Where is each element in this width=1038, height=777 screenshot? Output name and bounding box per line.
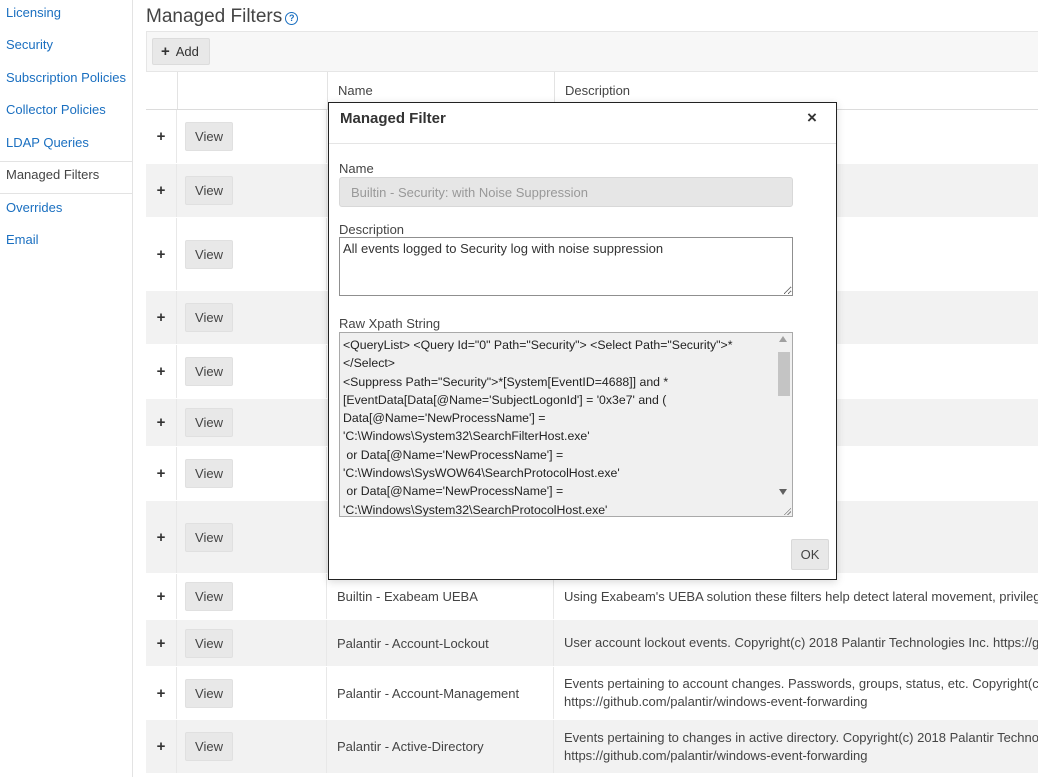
view-cell: View [177,574,327,619]
filter-description: Using Exabeam's UEBA solution these filt… [564,588,1038,604]
view-button[interactable]: View [185,239,233,269]
expand-icon[interactable]: + [146,620,177,666]
view-button[interactable]: View [185,303,233,332]
view-cell: View [177,164,327,217]
view-cell: View [177,399,327,446]
filter-name: Palantir - Account-Lockout [327,620,554,666]
sidebar-item-security[interactable]: Security [0,32,132,65]
expand-icon[interactable]: + [146,110,177,163]
view-button[interactable]: View [185,678,233,708]
view-button[interactable]: View [185,459,233,488]
view-button[interactable]: View [185,628,233,658]
table-row: + View Palantir - Account-Management Events… [146,667,1038,720]
view-cell: View [177,345,327,398]
filter-name: Builtin - Exabeam UEBA [327,574,554,619]
xpath-label: Raw Xpath String [339,316,441,331]
filter-name: Palantir - Account-Management [327,667,554,719]
description-field[interactable]: All events logged to Security log with n… [339,237,793,296]
sidebar-item-overrides[interactable]: Overrides [0,195,132,228]
view-button[interactable]: View [185,408,233,437]
close-icon[interactable]: × [807,108,817,128]
filter-description: Events pertaining to changes in active d… [564,729,1038,763]
view-cell: View [177,620,327,666]
plus-icon: + [161,43,170,60]
xpath-scrollbar[interactable] [776,333,792,516]
filter-name: Palantir - Active-Directory [327,720,554,773]
expand-icon[interactable]: + [146,291,177,344]
dialog-divider [329,143,836,144]
header-expand [146,72,177,109]
managed-filter-dialog: Managed Filter × Name Description All ev… [328,102,837,580]
sidebar-item-email[interactable]: Email [0,227,132,260]
filter-description: Events pertaining to account changes. Pa… [564,676,1038,709]
filter-description-cell: Events pertaining to account changes. Pa… [554,667,1038,719]
scroll-up-icon[interactable] [779,336,787,342]
view-cell: View [177,291,327,344]
table-row: + View Palantir - Account-Lockout User acco… [146,620,1038,667]
view-cell: View [177,447,327,500]
filter-description-cell: Events pertaining to changes in active d… [554,720,1038,773]
view-cell: View [177,667,327,719]
xpath-text: <QueryList> <Query Id="0" Path="Security… [343,338,733,517]
table-row: + View Builtin - Exabeam UEBA Using Exabeam… [146,574,1038,620]
toolbar: + Add [146,31,1038,72]
view-button[interactable]: View [185,357,233,386]
view-cell: View [177,218,327,290]
expand-icon[interactable]: + [146,667,177,719]
expand-icon[interactable]: + [146,574,177,619]
view-cell: View [177,501,327,573]
sidebar-nav: Licensing Security Subscription Policies Co… [0,0,133,777]
page-title: Managed Filters? [146,6,299,28]
header-actions [177,72,327,109]
expand-icon[interactable]: + [146,399,177,446]
resize-grip-icon[interactable] [783,507,791,515]
xpath-field[interactable]: <QueryList> <Query Id="0" Path="Security… [339,332,793,517]
table-row: + View Palantir - Active-Directory Events p… [146,720,1038,774]
sidebar-item-collector-policies[interactable]: Collector Policies [0,97,132,130]
page-title-text: Managed Filters [146,6,283,27]
description-label: Description [339,222,405,237]
expand-icon[interactable]: + [146,218,177,290]
view-button[interactable]: View [185,176,233,205]
sidebar-item-licensing[interactable]: Licensing [0,0,132,33]
expand-icon[interactable]: + [146,501,177,573]
view-button[interactable]: View [185,732,233,761]
view-button[interactable]: View [185,122,233,151]
name-field[interactable] [339,177,793,207]
expand-icon[interactable]: + [146,447,177,500]
sidebar-item-ldap-queries[interactable]: LDAP Queries [0,130,132,163]
expand-icon[interactable]: + [146,164,177,217]
dialog-title: Managed Filter [340,110,446,127]
view-cell: View [177,110,327,163]
add-button-label: Add [175,44,199,59]
filter-description: User account lockout events. Copyright(c… [564,635,1038,650]
expand-icon[interactable]: + [146,345,177,398]
scroll-thumb[interactable] [778,352,790,396]
view-button[interactable]: View [185,582,233,611]
filter-description-cell: User account lockout events. Copyright(c… [554,620,1038,666]
view-cell: View [177,720,327,773]
expand-icon[interactable]: + [146,720,177,773]
name-label: Name [339,161,374,176]
ok-button[interactable]: OK [791,539,829,570]
help-icon[interactable]: ? [285,12,299,25]
filter-description-cell: Using Exabeam's UEBA solution these filt… [554,574,1038,619]
sidebar-item-subscription-policies[interactable]: Subscription Policies [0,65,132,98]
scroll-down-icon[interactable] [779,489,787,495]
view-button[interactable]: View [185,522,233,552]
sidebar-item-managed-filters[interactable]: Managed Filters [0,161,132,194]
add-button[interactable]: + Add [152,38,210,65]
